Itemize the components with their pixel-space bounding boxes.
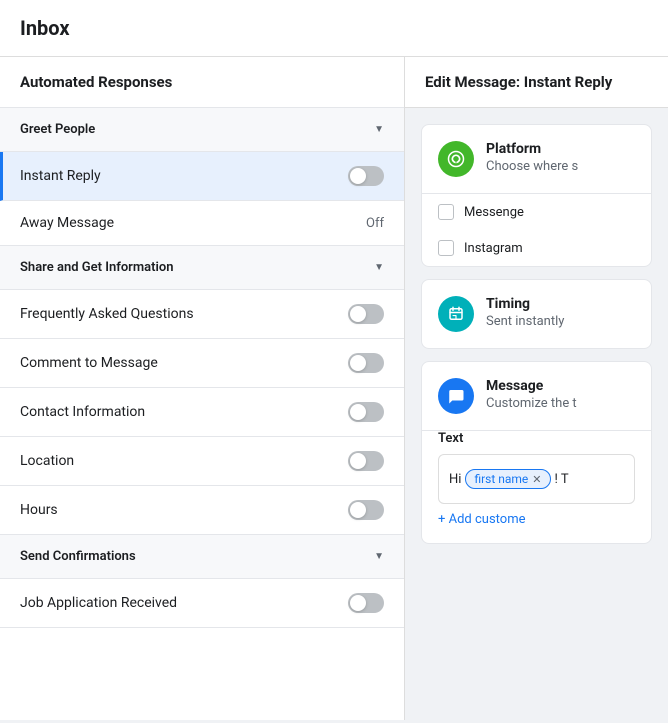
- job-application-toggle[interactable]: [348, 593, 384, 613]
- message-prefix: Hi: [449, 472, 461, 487]
- tag-label: first name: [474, 472, 528, 486]
- timing-card-content: Timing Sent instantly: [422, 280, 651, 348]
- comment-message-label: Comment to Message: [20, 355, 158, 371]
- messenger-checkbox[interactable]: [438, 204, 454, 220]
- instagram-checkbox-row: Instagram: [422, 230, 651, 266]
- platform-subtitle: Choose where s: [486, 159, 578, 174]
- contact-info-toggle[interactable]: [348, 402, 384, 422]
- menu-item-contact-info[interactable]: Contact Information: [0, 388, 404, 437]
- add-customize-link[interactable]: + Add custome: [438, 504, 635, 531]
- section-send-confirmations[interactable]: Send Confirmations ▼: [0, 535, 404, 579]
- chevron-down-icon: ▼: [374, 124, 384, 135]
- job-application-label: Job Application Received: [20, 595, 177, 611]
- instagram-checkbox[interactable]: [438, 240, 454, 256]
- tag-close-icon[interactable]: ✕: [532, 473, 541, 486]
- platform-card: Platform Choose where s Messenge Instagr…: [421, 124, 652, 267]
- timing-title: Timing: [486, 296, 564, 312]
- faq-toggle[interactable]: [348, 304, 384, 324]
- instant-reply-label: Instant Reply: [20, 168, 101, 184]
- chevron-down-icon-2: ▼: [374, 262, 384, 273]
- message-subtitle: Customize the t: [486, 396, 577, 411]
- firstname-tag[interactable]: first name ✕: [465, 469, 550, 489]
- timing-card: Timing Sent instantly: [421, 279, 652, 349]
- message-card-text: Message Customize the t: [486, 378, 577, 411]
- comment-message-toggle[interactable]: [348, 353, 384, 373]
- message-icon: [438, 378, 474, 414]
- hours-toggle[interactable]: [348, 500, 384, 520]
- menu-item-faq[interactable]: Frequently Asked Questions: [0, 290, 404, 339]
- platform-card-content: Platform Choose where s: [422, 125, 651, 193]
- left-panel-title: Automated Responses: [0, 57, 404, 108]
- right-panel-header: Edit Message: Instant Reply: [405, 57, 668, 108]
- menu-item-hours[interactable]: Hours: [0, 486, 404, 535]
- message-input-area[interactable]: Hi first name ✕ ! T: [438, 454, 635, 504]
- menu-item-away-message[interactable]: Away Message Off: [0, 201, 404, 246]
- menu-item-instant-reply[interactable]: Instant Reply: [0, 152, 404, 201]
- menu-item-comment-message[interactable]: Comment to Message: [0, 339, 404, 388]
- location-label: Location: [20, 453, 74, 469]
- message-title: Message: [486, 378, 577, 394]
- section-greet-people-label: Greet People: [20, 122, 95, 137]
- hours-label: Hours: [20, 502, 58, 518]
- instant-reply-toggle[interactable]: [348, 166, 384, 186]
- away-message-status: Off: [366, 216, 384, 231]
- instagram-label: Instagram: [464, 241, 523, 256]
- page-header: Inbox: [0, 0, 668, 57]
- message-card-content: Message Customize the t: [422, 362, 651, 430]
- messenger-checkbox-row: Messenge: [422, 194, 651, 230]
- left-panel: Automated Responses Greet People ▼ Insta…: [0, 57, 405, 720]
- section-share-info[interactable]: Share and Get Information ▼: [0, 246, 404, 290]
- message-suffix: ! T: [555, 472, 569, 487]
- main-content: Automated Responses Greet People ▼ Insta…: [0, 57, 668, 720]
- platform-icon: [438, 141, 474, 177]
- menu-item-location[interactable]: Location: [0, 437, 404, 486]
- location-toggle[interactable]: [348, 451, 384, 471]
- messenger-label: Messenge: [464, 205, 524, 220]
- section-send-confirmations-label: Send Confirmations: [20, 549, 136, 564]
- message-card-body: Text Hi first name ✕ ! T + Add custome: [422, 431, 651, 543]
- section-greet-people[interactable]: Greet People ▼: [0, 108, 404, 152]
- page-title: Inbox: [20, 16, 648, 40]
- away-message-label: Away Message: [20, 215, 114, 231]
- text-label: Text: [438, 431, 635, 446]
- menu-item-job-application[interactable]: Job Application Received: [0, 579, 404, 628]
- right-panel-body: Platform Choose where s Messenge Instagr…: [405, 108, 668, 572]
- faq-label: Frequently Asked Questions: [20, 306, 194, 322]
- platform-card-text: Platform Choose where s: [486, 141, 578, 174]
- timing-card-text: Timing Sent instantly: [486, 296, 564, 329]
- platform-title: Platform: [486, 141, 578, 157]
- section-share-info-label: Share and Get Information: [20, 260, 174, 275]
- timing-icon: [438, 296, 474, 332]
- timing-subtitle: Sent instantly: [486, 314, 564, 329]
- message-card: Message Customize the t Text Hi first na…: [421, 361, 652, 544]
- chevron-down-icon-3: ▼: [374, 551, 384, 562]
- contact-info-label: Contact Information: [20, 404, 145, 420]
- right-panel: Edit Message: Instant Reply Platform Cho…: [405, 57, 668, 720]
